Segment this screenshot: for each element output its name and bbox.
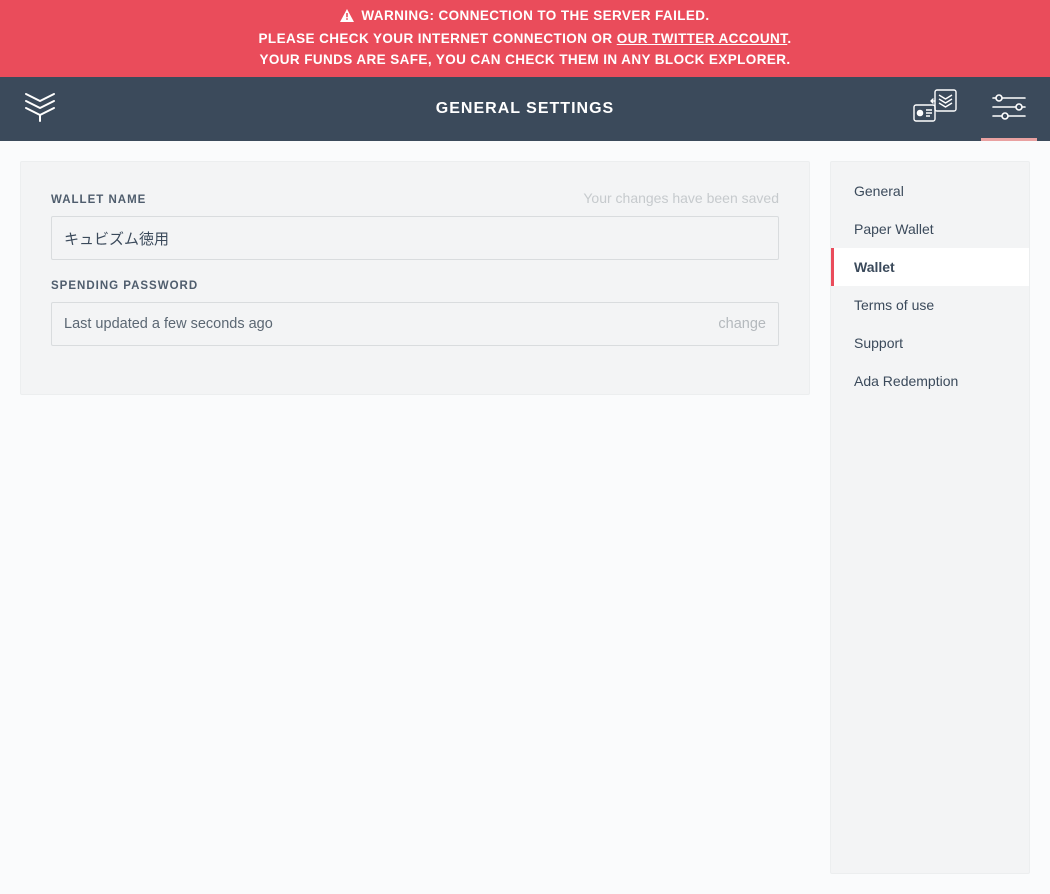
app-logo[interactable] <box>0 90 84 129</box>
warning-line-2-prefix: PLEASE CHECK YOUR INTERNET CONNECTION OR <box>259 31 617 46</box>
spending-password-updated: Last updated a few seconds ago <box>64 316 273 332</box>
warning-line-2-suffix: . <box>787 31 791 46</box>
settings-nav[interactable] <box>983 77 1035 141</box>
ada-redemption-icon <box>911 87 959 132</box>
side-nav-support[interactable]: Support <box>831 324 1029 362</box>
settings-sliders-icon <box>991 93 1027 126</box>
warning-triangle-icon <box>340 7 354 28</box>
settings-panel: WALLET NAME Your changes have been saved… <box>20 161 810 395</box>
side-nav-wallet[interactable]: Wallet <box>831 248 1029 286</box>
ada-redemption-nav[interactable] <box>909 77 961 141</box>
spending-password-box: Last updated a few seconds ago change <box>51 302 779 346</box>
side-nav-ada-redemption[interactable]: Ada Redemption <box>831 362 1029 400</box>
daedalus-logo-icon <box>22 90 58 129</box>
app-header: GENERAL SETTINGS <box>0 77 1050 141</box>
warning-line-3: YOUR FUNDS ARE SAFE, YOU CAN CHECK THEM … <box>0 49 1050 70</box>
settings-side-nav: General Paper Wallet Wallet Terms of use… <box>830 161 1030 874</box>
spending-password-label: SPENDING PASSWORD <box>51 280 198 292</box>
page-title: GENERAL SETTINGS <box>0 100 1050 118</box>
connection-warning-banner: WARNING: CONNECTION TO THE SERVER FAILED… <box>0 0 1050 77</box>
wallet-name-input[interactable] <box>51 216 779 260</box>
side-nav-general[interactable]: General <box>831 172 1029 210</box>
twitter-account-link[interactable]: OUR TWITTER ACCOUNT <box>617 31 788 46</box>
changes-saved-hint: Your changes have been saved <box>583 190 779 206</box>
wallet-name-label: WALLET NAME <box>51 194 146 206</box>
warning-line-1: WARNING: CONNECTION TO THE SERVER FAILED… <box>361 8 709 23</box>
side-nav-terms-of-use[interactable]: Terms of use <box>831 286 1029 324</box>
change-password-button[interactable]: change <box>718 316 766 332</box>
side-nav-paper-wallet[interactable]: Paper Wallet <box>831 210 1029 248</box>
